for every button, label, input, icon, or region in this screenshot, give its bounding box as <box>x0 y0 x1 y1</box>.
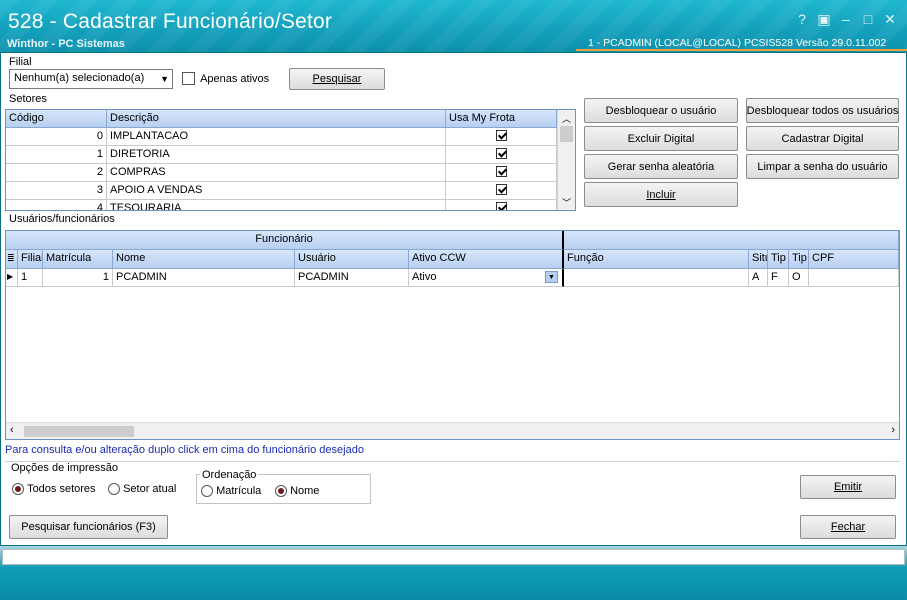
incluir-button[interactable]: Incluir <box>584 182 738 207</box>
col-header-ativo-ccw[interactable]: Ativo CCW <box>409 250 564 269</box>
scroll-thumb[interactable] <box>560 126 573 142</box>
band-header-funcionario: Funcionário <box>6 231 564 250</box>
ordenacao-label: Ordenação <box>200 469 259 481</box>
divider <box>5 461 900 462</box>
apenas-ativos-label: Apenas ativos <box>200 72 270 85</box>
col-header-nome[interactable]: Nome <box>113 250 295 269</box>
chevron-right-icon[interactable]: › <box>891 424 895 436</box>
scroll-thumb[interactable] <box>24 426 134 437</box>
excluir-digital-button[interactable]: Excluir Digital <box>584 126 738 151</box>
cell-codigo: 4 <box>6 200 107 210</box>
restore-icon[interactable]: ▣ <box>815 10 833 28</box>
hint-text: Para consulta e/ou alteração duplo click… <box>5 444 364 456</box>
col-header-tip1[interactable]: Tip <box>768 250 789 269</box>
cell-funcao <box>564 269 749 287</box>
cell-tip2: O <box>789 269 809 287</box>
cell-filial: 1 <box>18 269 43 287</box>
setores-grid: Código Descrição Usa My Frota 0 IMPLANTA… <box>5 109 576 211</box>
cell-codigo: 3 <box>6 182 107 200</box>
radio-setor-atual[interactable]: Setor atual <box>108 483 176 496</box>
maximize-icon[interactable]: □ <box>859 10 877 28</box>
opcoes-impressao-label: Opções de impressão <box>11 462 118 474</box>
chevron-down-icon[interactable]: ﹀ <box>558 196 575 209</box>
status-bar <box>2 549 905 565</box>
cell-descricao: APOIO A VENDAS <box>107 182 446 200</box>
checkbox-icon[interactable] <box>495 166 507 177</box>
filial-select[interactable]: Nenhum(a) selecionado(a) ▼ <box>9 69 173 89</box>
cell-usuario: PCADMIN <box>295 269 409 287</box>
checkbox-icon[interactable] <box>495 130 507 141</box>
col-header-funcao[interactable]: Função <box>564 250 749 269</box>
col-header-tip2[interactable]: Tip <box>789 250 809 269</box>
chevron-left-icon[interactable]: ‹ <box>10 424 14 436</box>
row-pointer-icon: ▶ <box>6 269 18 287</box>
cell-ativo-ccw[interactable]: Ativo ▼ <box>409 269 564 287</box>
cell-situ: A <box>749 269 768 287</box>
cell-tip1: F <box>768 269 789 287</box>
cell-codigo: 1 <box>6 146 107 164</box>
radio-icon[interactable] <box>275 485 287 498</box>
pesquisar-button[interactable]: Pesquisar <box>289 68 385 90</box>
col-header-usuario[interactable]: Usuário <box>295 250 409 269</box>
col-header-descricao[interactable]: Descrição <box>107 110 446 128</box>
usuarios-hscrollbar[interactable]: ‹ › <box>6 422 899 439</box>
col-header-codigo[interactable]: Código <box>6 110 107 128</box>
close-icon[interactable]: ✕ <box>881 10 899 28</box>
window-subtitle: Winthor - PC Sistemas <box>7 38 125 50</box>
help-icon[interactable]: ? <box>793 10 811 28</box>
chevron-down-icon[interactable]: ▼ <box>545 271 558 283</box>
cell-descricao: COMPRAS <box>107 164 446 182</box>
radio-matricula[interactable]: Matrícula <box>201 485 261 498</box>
col-header-usa-my-frota[interactable]: Usa My Frota <box>446 110 557 128</box>
window-controls: ? ▣ – □ ✕ <box>793 10 899 28</box>
apenas-ativos-toggle[interactable]: Apenas ativos <box>182 72 269 85</box>
radio-icon[interactable] <box>201 485 213 498</box>
cell-descricao: TESOURARIA <box>107 200 446 210</box>
minimize-icon[interactable]: – <box>837 10 855 28</box>
session-info: 1 - PCADMIN (LOCAL@LOCAL) PCSIS528 Versã… <box>576 37 907 51</box>
row-indicator-icon: ≣ <box>6 250 18 269</box>
cell-descricao: IMPLANTACAO <box>107 128 446 146</box>
limpar-senha-button[interactable]: Limpar a senha do usuário <box>746 154 899 179</box>
cell-codigo: 0 <box>6 128 107 146</box>
chevron-up-icon[interactable]: ︿ <box>558 110 575 125</box>
checkbox-icon[interactable] <box>495 202 507 210</box>
cell-cpf <box>809 269 899 287</box>
filial-label: Filial <box>9 56 32 68</box>
radio-icon[interactable] <box>108 483 120 496</box>
window-title: 528 - Cadastrar Funcionário/Setor <box>8 10 333 33</box>
usuarios-label: Usuários/funcionários <box>9 213 115 225</box>
checkbox-icon[interactable] <box>495 184 507 195</box>
radio-nome[interactable]: Nome <box>275 485 319 498</box>
chevron-down-icon: ▼ <box>160 74 169 84</box>
filial-value: Nenhum(a) selecionado(a) <box>14 72 145 84</box>
setores-scrollbar[interactable]: ︿ ﹀ <box>557 110 575 210</box>
col-header-matricula[interactable]: Matrícula <box>43 250 113 269</box>
checkbox-icon[interactable] <box>495 148 507 159</box>
desbloquear-usuario-button[interactable]: Desbloquear o usuário <box>584 98 738 123</box>
gerar-senha-button[interactable]: Gerar senha aleatória <box>584 154 738 179</box>
col-header-filial[interactable]: Filial <box>18 250 43 269</box>
col-header-cpf[interactable]: CPF <box>809 250 899 269</box>
radio-todos-setores[interactable]: Todos setores <box>12 483 96 496</box>
apenas-ativos-checkbox[interactable] <box>182 72 195 85</box>
cadastrar-digital-button[interactable]: Cadastrar Digital <box>746 126 899 151</box>
setores-label: Setores <box>9 93 47 105</box>
pesquisar-funcionarios-button[interactable]: Pesquisar funcionários (F3) <box>9 515 168 539</box>
fechar-button[interactable]: Fechar <box>800 515 896 539</box>
cell-matricula: 1 <box>43 269 113 287</box>
cell-descricao: DIRETORIA <box>107 146 446 164</box>
radio-icon[interactable] <box>12 483 24 496</box>
col-header-situ[interactable]: Situ <box>749 250 768 269</box>
cell-nome: PCADMIN <box>113 269 295 287</box>
emitir-button[interactable]: Emitir <box>800 475 896 499</box>
cell-codigo: 2 <box>6 164 107 182</box>
usuarios-grid: Funcionário ≣ Filial Matrícula Nome Usuá… <box>5 230 900 440</box>
desbloquear-todos-button[interactable]: Desbloquear todos os usuários <box>746 98 899 123</box>
main-panel: Filial Nenhum(a) selecionado(a) ▼ Apenas… <box>0 52 907 546</box>
band-header-blank <box>564 231 899 250</box>
